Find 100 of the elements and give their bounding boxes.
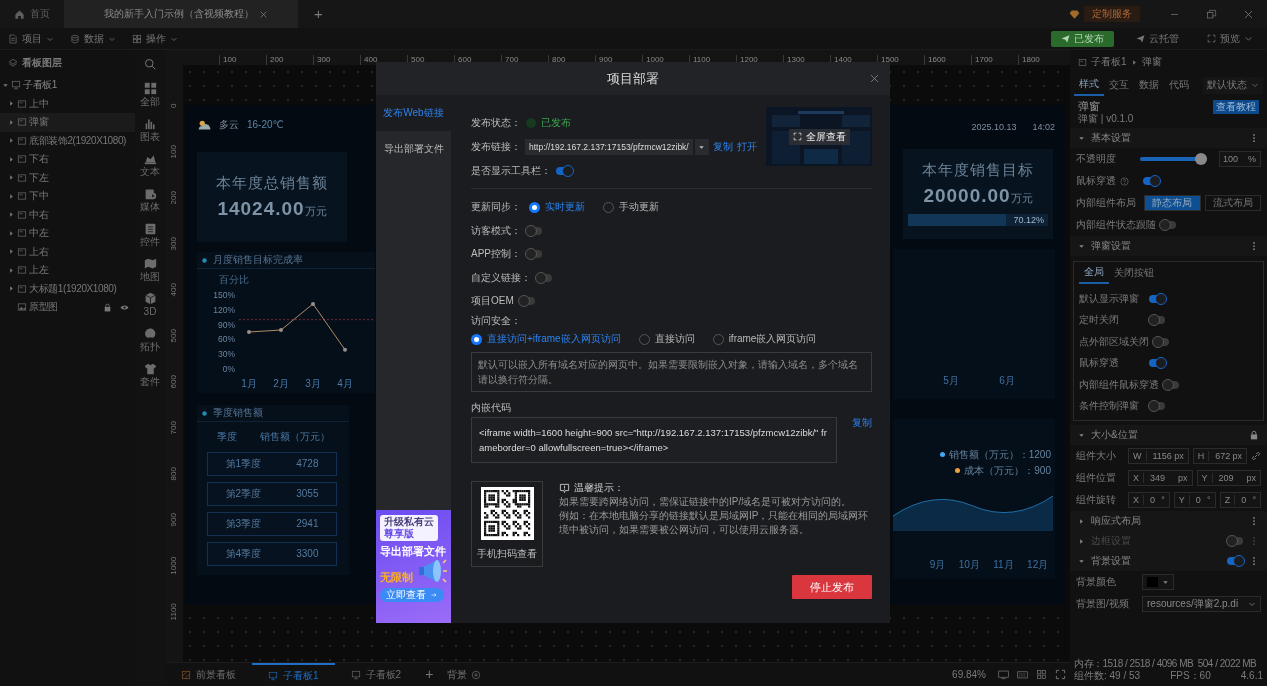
layer-row[interactable]: 上右 [0,242,135,261]
toggle-switch[interactable] [1227,557,1243,565]
toggle-switch[interactable] [1149,316,1165,325]
widget-category[interactable]: 媒体 [140,187,160,222]
card-tab[interactable]: 全局 [1079,262,1109,284]
copy-link[interactable]: 复制 [852,417,872,429]
number-field[interactable]: X 0 ° [1128,492,1170,508]
toggle-switch[interactable] [1160,221,1176,229]
panel-tab[interactable]: 代码 [1164,74,1194,96]
radio-option[interactable]: 直接访问+iframe嵌入网页访问 [471,333,621,345]
close-icon[interactable] [259,9,268,19]
menu-button[interactable]: 数据 [62,32,124,45]
text-link[interactable]: 复制 [712,141,733,153]
lock-icon[interactable] [1249,430,1259,440]
radio-option[interactable]: iframe嵌入网页访问 [712,333,817,345]
layer-row[interactable]: 弹窗 [0,113,135,132]
layer-row[interactable]: 上中 [0,94,135,113]
layer-row[interactable]: 下左 [0,168,135,187]
promo-banner[interactable]: 升级私有云 尊享版 导出部署文件 无限制 立即查看 [376,510,451,623]
toggle-switch[interactable] [1153,337,1169,346]
section-header[interactable]: 基本设置 [1070,128,1267,148]
number-field[interactable]: X 349 px [1128,470,1193,486]
widget-category[interactable]: 控件 [140,222,160,257]
eye-icon[interactable] [120,302,129,312]
layer-row[interactable]: 底部装饰2(1920X1080) [0,131,135,150]
close-icon[interactable] [1243,8,1254,20]
fullscreen-button[interactable]: 全屏查看 [788,128,850,145]
canvas-tab[interactable]: 子看板1 [252,662,335,686]
layer-row[interactable]: 下右 [0,150,135,169]
layer-row[interactable]: 上左 [0,261,135,280]
widget-category[interactable]: 图表 [140,117,160,152]
layer-row[interactable]: 下中 [0,187,135,206]
toggle-switch[interactable] [1149,359,1165,368]
widget-category[interactable]: 文本 [140,152,160,187]
app-tab[interactable]: 首页 [0,0,64,28]
monitor-icon[interactable] [998,669,1009,680]
state-dropdown[interactable]: 默认状态 [1203,76,1263,94]
publish-button[interactable]: 已发布 [1051,30,1114,47]
layer-row[interactable]: 中右 [0,205,135,224]
toggle-switch[interactable] [1149,294,1165,303]
breadcrumb-item[interactable]: 子看板1 [1091,56,1127,68]
toggle-switch[interactable] [1143,177,1159,185]
link-icon[interactable] [1251,451,1261,461]
number-field[interactable]: Y 0 ° [1173,492,1216,508]
keyboard-icon[interactable] [1017,669,1028,680]
domain-field[interactable]: 默认可以嵌入所有域名对应的网页中。如果需要限制嵌入对象，请输入域名，多个域名请以换行符分隔。 [471,352,872,392]
radio-option[interactable]: 手动更新 [603,201,659,213]
section-header[interactable]: 响应式布局 [1070,511,1267,531]
app-tab[interactable]: 我的新手入门示例（含视频教程） [64,0,298,28]
grid-icon[interactable] [1036,669,1047,680]
preview-button[interactable]: 预览 [1201,31,1259,46]
opacity-slider[interactable] [1140,153,1207,165]
nav-item[interactable]: 导出部署文件 [376,131,451,167]
layer-row[interactable]: 子看板1 [0,76,135,95]
widget-category[interactable]: 全部 [140,82,160,117]
stop-publish-button[interactable]: 停止发布 [792,575,872,600]
service-badge[interactable]: 定制服务 [1084,6,1140,22]
color-picker[interactable] [1142,574,1174,590]
toggle-switch[interactable] [526,226,542,235]
background-tab[interactable]: 背景 [441,667,488,682]
number-field[interactable]: Z 0 ° [1219,492,1261,508]
slider-thumb[interactable] [1195,153,1207,165]
layer-row[interactable]: 中左 [0,224,135,243]
canvas-tab[interactable]: 子看板2 [334,662,418,686]
radio-option[interactable]: 实时更新 [529,201,585,213]
section-header[interactable]: 弹窗设置 [1070,236,1267,256]
lock-icon[interactable] [103,302,112,312]
panel-tab[interactable]: 数据 [1134,74,1164,96]
radio-option[interactable]: 直接访问 [638,333,695,345]
number-field[interactable]: H 672 px [1192,448,1247,464]
cloud-hosting-button[interactable]: 云托管 [1130,31,1185,46]
widget-category[interactable]: 地图 [140,257,160,292]
section-header[interactable]: 大小&位置 [1070,425,1267,445]
restore-icon[interactable] [1206,8,1217,20]
segment-option[interactable]: 静态布局 [1144,195,1201,211]
view-now-button[interactable]: 立即查看 [380,588,444,603]
media-dropdown[interactable]: resources/弹窗2.p.di [1142,596,1261,612]
toggle-switch[interactable] [536,273,552,282]
menu-button[interactable]: 项目 [0,32,62,45]
canvas-tab[interactable]: 前景看板 [165,662,252,686]
toggle-switch[interactable] [1163,380,1179,389]
panel-tab[interactable]: 样式 [1074,74,1104,96]
tutorial-button[interactable]: 查看教程 [1213,100,1259,114]
new-tab-button[interactable]: + [298,5,339,23]
number-field[interactable]: W 1156 px [1128,448,1189,464]
text-link[interactable]: 打开 [736,141,757,153]
segment-option[interactable]: 流式布局 [1204,195,1261,211]
widget-category[interactable]: 3D [143,292,157,327]
add-tab-button[interactable]: + [417,666,442,683]
nav-item[interactable]: 发布Web链接 [376,95,451,131]
toggle-switch[interactable] [556,167,572,175]
toggle-switch[interactable] [526,250,542,259]
layer-row[interactable]: 原型图 [0,298,135,317]
section-header[interactable]: 背景设置 [1070,551,1267,571]
close-icon[interactable] [869,73,880,84]
layer-row[interactable]: 大标题1(1920X1080) [0,279,135,298]
search-icon[interactable] [144,58,156,70]
fullscreen-icon[interactable] [1055,669,1066,680]
widget-category[interactable]: 套件 [140,362,160,397]
panel-tab[interactable]: 交互 [1104,74,1134,96]
